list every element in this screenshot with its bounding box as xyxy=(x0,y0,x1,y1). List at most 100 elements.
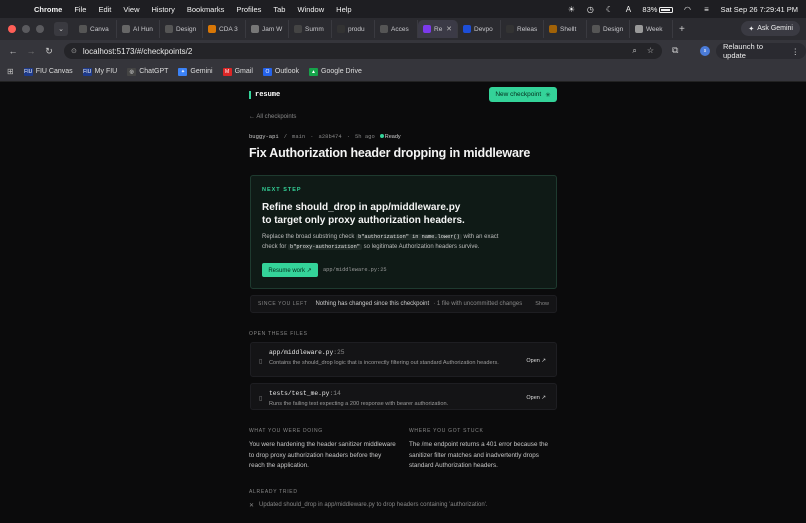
open-file-button[interactable]: Open ↗ xyxy=(526,395,546,401)
open-file-button[interactable]: Open ↗ xyxy=(526,358,546,364)
next-step-label: NEXT STEP xyxy=(262,187,302,193)
keyboard-input-icon[interactable]: A xyxy=(623,5,633,14)
resume-work-button[interactable]: Resume work ↗ xyxy=(262,263,318,277)
profile-avatar[interactable]: s xyxy=(700,46,710,56)
kebab-menu-icon[interactable]: ⋮ xyxy=(792,47,800,56)
devpost-icon xyxy=(463,25,471,33)
maximize-window-button[interactable] xyxy=(36,25,44,33)
close-tab-icon[interactable]: ✕ xyxy=(446,25,452,33)
browser-tab[interactable]: Shellt xyxy=(544,20,587,38)
app-icon xyxy=(423,25,431,33)
battery-status[interactable]: 83% xyxy=(642,4,674,14)
bookmark-label: Gmail xyxy=(234,68,253,75)
browser-tab[interactable]: produ xyxy=(332,20,375,38)
bookmark-item[interactable]: M Gmail xyxy=(222,67,253,76)
new-checkpoint-button[interactable]: New checkpoint ✳ xyxy=(489,87,557,102)
browser-tab[interactable]: Devpo xyxy=(458,20,501,38)
show-changes-button[interactable]: Show xyxy=(535,301,549,307)
tab-title: AI Hun xyxy=(133,25,153,33)
bookmark-list: FIU FIU Canvas FIU My FIU ◎ ChatGPT ✦ Gemini M Gm… xyxy=(14,67,362,76)
bookmark-label: Gemini xyxy=(190,68,213,75)
new-tab-button[interactable]: + xyxy=(679,24,685,35)
browser-tab[interactable]: Acces xyxy=(375,20,418,38)
extensions-puzzle-icon[interactable]: ⧉ xyxy=(672,45,678,56)
apps-grid-icon[interactable]: ⊞ xyxy=(7,67,14,76)
wifi-icon[interactable]: ◠ xyxy=(682,5,692,14)
tab-title: Devpo xyxy=(474,25,493,33)
checkpoint-meta: buggy-api / main · a28b474 · 5h ago Read… xyxy=(249,133,401,140)
file-description: Contains the should_drop logic that is i… xyxy=(269,360,499,366)
site-info-icon[interactable]: ⊙ xyxy=(71,47,77,55)
back-arrow-icon[interactable]: ← xyxy=(6,46,20,56)
forward-arrow-icon[interactable]: → xyxy=(24,46,38,56)
bookmark-item[interactable]: FIU My FIU xyxy=(82,67,117,76)
menu-window[interactable]: Window xyxy=(297,5,324,14)
file-path: app/middleware.py xyxy=(269,349,334,356)
battery-percent: 83% xyxy=(642,4,658,14)
reload-icon[interactable]: ↻ xyxy=(42,46,56,57)
gemini-sparkle-icon: ✦ xyxy=(748,25,755,33)
browser-tab[interactable]: Canva xyxy=(74,20,117,38)
moon-icon[interactable]: ☾ xyxy=(604,5,614,14)
bookmarks-bar: ⊞ FIU FIU Canvas FIU My FIU ◎ ChatGPT ✦ Gemini M… xyxy=(0,62,806,82)
tab-title: Re xyxy=(434,25,443,33)
bookmark-item[interactable]: ◎ ChatGPT xyxy=(127,67,168,76)
bookmark-star-icon[interactable]: ☆ xyxy=(647,46,654,56)
bookmark-label: Google Drive xyxy=(321,68,362,75)
tab-search-button[interactable]: ⌄ xyxy=(54,22,68,36)
bookmark-item[interactable]: ▲ Google Drive xyxy=(309,67,362,76)
code-snippet: b"proxy-authorization" xyxy=(288,244,362,250)
menu-tab[interactable]: Tab xyxy=(273,5,285,14)
browser-tab[interactable]: Summ xyxy=(289,20,332,38)
tab-list: Canva AI Hun Design CDA 3 Jam W Summ produ Acce… xyxy=(74,20,673,38)
browser-tab[interactable]: Design xyxy=(587,20,630,38)
bookmark-item[interactable]: FIU FIU Canvas xyxy=(23,67,73,76)
github-icon xyxy=(506,25,514,33)
menu-edit[interactable]: Edit xyxy=(98,5,111,14)
brightness-icon[interactable]: ☀ xyxy=(566,5,576,14)
bookmark-item[interactable]: O Outlook xyxy=(262,67,300,76)
menu-bookmarks[interactable]: Bookmarks xyxy=(187,5,225,14)
zoom-search-icon[interactable]: ⌕ xyxy=(632,46,636,56)
ask-gemini-button[interactable]: ✦ Ask Gemini xyxy=(741,21,800,36)
all-checkpoints-link[interactable]: ← All checkpoints xyxy=(249,114,296,120)
bookmark-label: FIU Canvas xyxy=(35,68,73,75)
browser-tab[interactable]: CDA 3 xyxy=(203,20,246,38)
relaunch-to-update-button[interactable]: Relaunch to update ⋮ xyxy=(716,42,806,60)
close-window-button[interactable] xyxy=(8,25,16,33)
url-text[interactable]: localhost:5173/#/checkpoints/2 xyxy=(83,47,192,56)
bookmark-favicon-icon: ◎ xyxy=(127,67,137,76)
control-center-icon[interactable]: ≡ xyxy=(701,5,711,14)
bookmark-favicon-icon: FIU xyxy=(23,67,33,76)
file-icon: ▯ xyxy=(259,359,263,365)
app-brand[interactable]: resume xyxy=(249,91,280,99)
menu-file[interactable]: File xyxy=(74,5,86,14)
browser-tab[interactable]: Re ✕ xyxy=(418,20,458,38)
bookmark-item[interactable]: ✦ Gemini xyxy=(178,67,213,76)
browser-tab[interactable]: Releas xyxy=(501,20,544,38)
commit-hash: a28b474 xyxy=(318,133,342,140)
file-card[interactable]: ▯ app/middleware.py:25 Contains the shou… xyxy=(250,342,557,377)
timer-icon[interactable]: ◷ xyxy=(585,5,595,14)
browser-tab[interactable]: Week xyxy=(630,20,673,38)
minimize-window-button[interactable] xyxy=(22,25,30,33)
browser-tab[interactable]: AI Hun xyxy=(117,20,160,38)
browser-tab[interactable]: Jam W xyxy=(246,20,289,38)
menubar-clock[interactable]: Sat Sep 26 7:29:41 PM xyxy=(720,5,798,14)
chrome-icon xyxy=(592,25,600,33)
menu-history[interactable]: History xyxy=(152,5,175,14)
tab-title: Design xyxy=(176,25,197,33)
file-card[interactable]: ▯ tests/test_me.py:14 Runs the failing t… xyxy=(250,383,557,410)
checkpoint-age: 5h ago xyxy=(354,133,375,140)
meta-separator: · xyxy=(346,133,350,140)
menu-profiles[interactable]: Profiles xyxy=(236,5,261,14)
menu-help[interactable]: Help xyxy=(336,5,351,14)
address-bar[interactable]: ⊙ localhost:5173/#/checkpoints/2 ⌕ ☆ xyxy=(64,43,662,59)
menu-view[interactable]: View xyxy=(123,5,139,14)
bookmark-label: Outlook xyxy=(274,68,300,75)
menu-app-name[interactable]: Chrome xyxy=(34,5,62,14)
browser-tab[interactable]: Design xyxy=(160,20,203,38)
status-dot-icon xyxy=(379,133,384,138)
code-snippet: b"authorization" in name.lower() xyxy=(356,234,462,240)
tab-title: Summ xyxy=(305,25,324,33)
